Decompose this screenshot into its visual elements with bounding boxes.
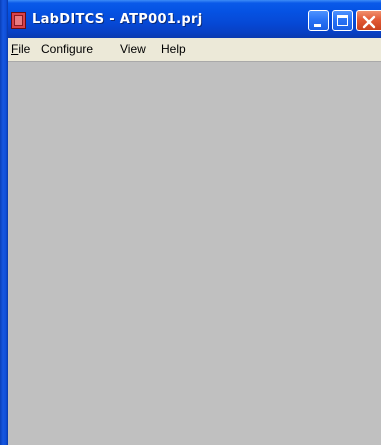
window-frame-left [0, 0, 8, 445]
minimize-button[interactable] [308, 10, 329, 31]
menu-bar: File Configure View Help [8, 38, 381, 61]
close-icon [362, 15, 376, 29]
minimize-icon [314, 24, 321, 27]
menu-help-label: Help [161, 42, 186, 56]
menu-configure[interactable]: Configure [41, 42, 93, 56]
app-icon[interactable] [11, 12, 26, 29]
menu-view[interactable]: View [120, 42, 146, 56]
menu-file-label: ile [18, 42, 31, 56]
title-bar[interactable]: LabDITCS - ATP001.prj [0, 0, 381, 38]
menu-view-label: View [120, 42, 146, 56]
maximize-button[interactable] [332, 10, 353, 31]
close-button[interactable] [356, 10, 381, 31]
menu-configure-label: Configure [41, 42, 94, 56]
menu-file[interactable]: File [11, 42, 30, 56]
window-title: LabDITCS - ATP001.prj [32, 12, 203, 27]
menu-help[interactable]: Help [161, 42, 186, 56]
client-area[interactable] [8, 61, 381, 445]
maximize-icon [337, 15, 348, 26]
app-window: LabDITCS - ATP001.prj File Configure Vie… [0, 0, 381, 445]
